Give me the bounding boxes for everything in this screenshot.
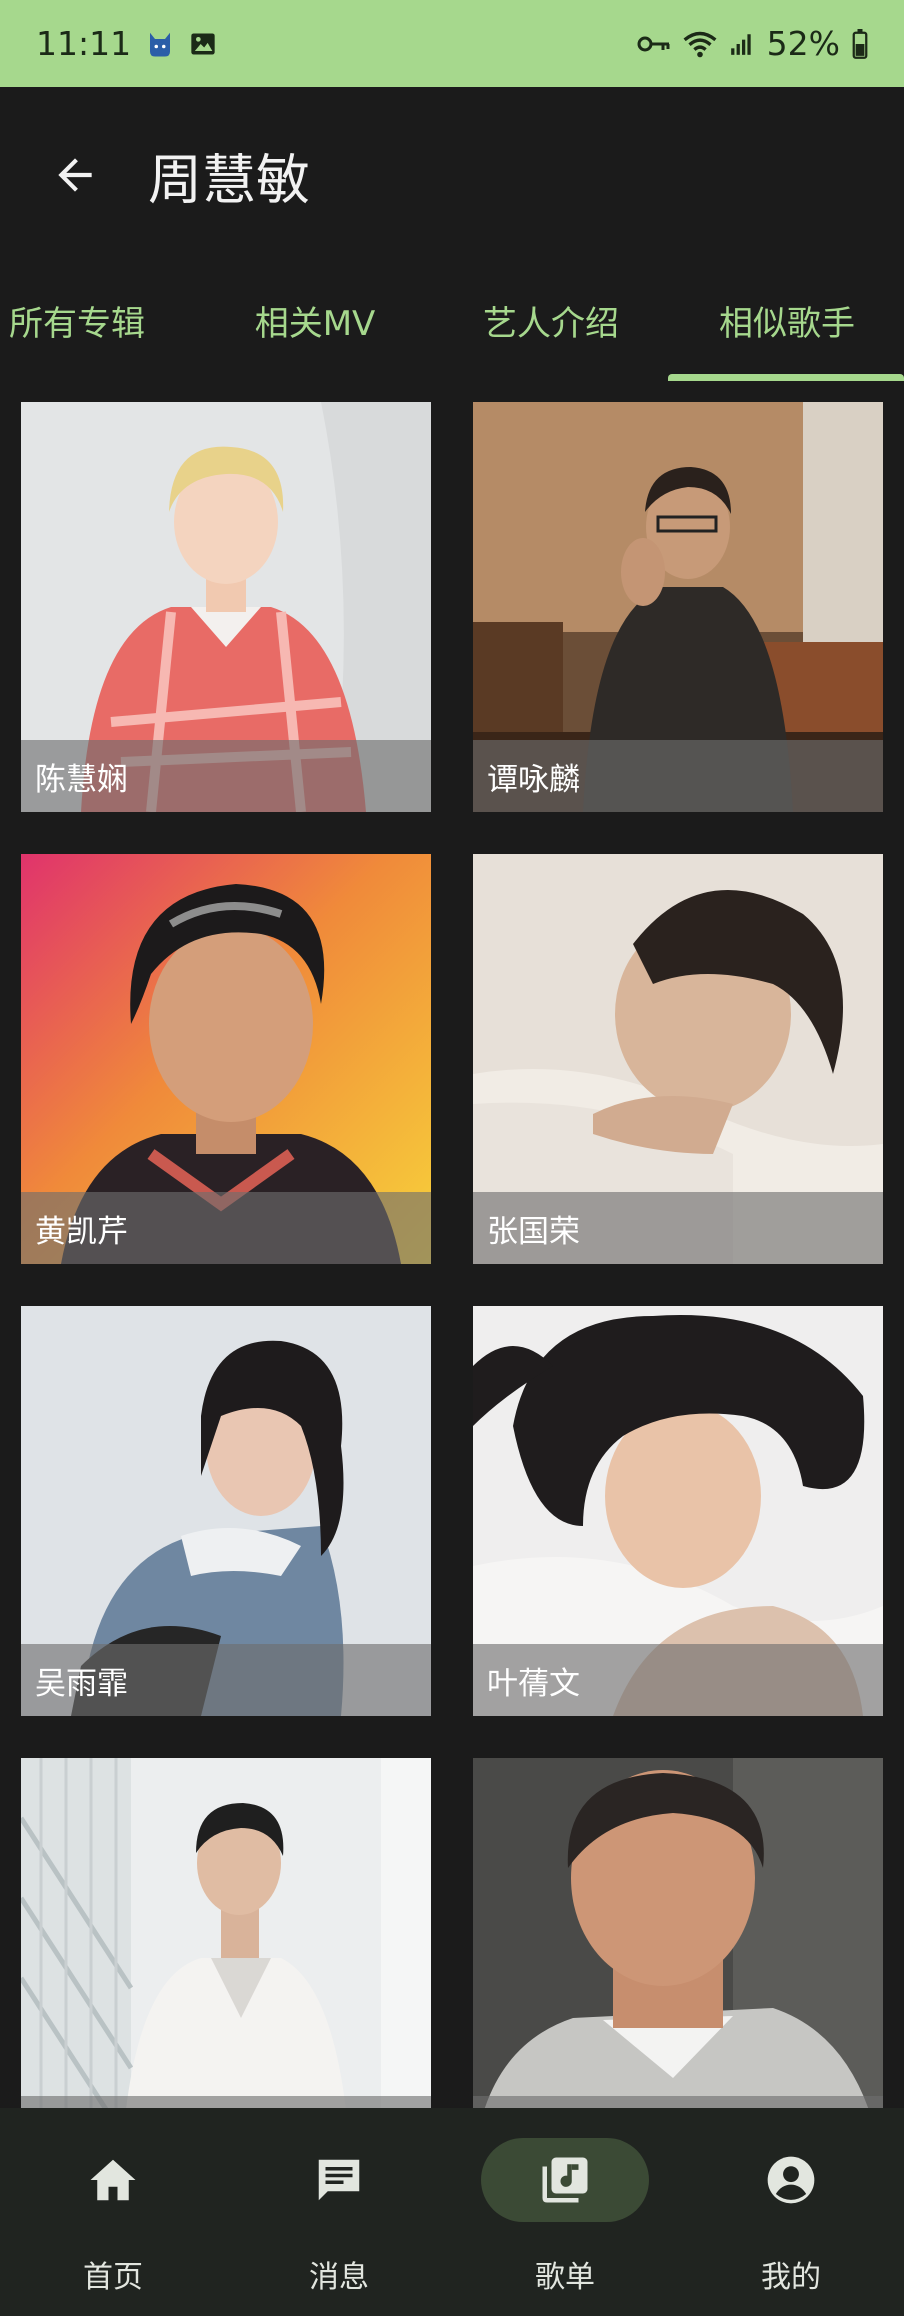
- signal-icon: [729, 31, 755, 57]
- account-icon: [767, 2156, 815, 2204]
- artist-card[interactable]: [473, 1758, 883, 2108]
- artist-card[interactable]: 叶蒨文: [473, 1306, 883, 1716]
- artist-card[interactable]: 张国荣: [473, 854, 883, 1264]
- nav-playlists[interactable]: 歌单: [452, 2108, 678, 2316]
- artist-name: 陈慧娴: [21, 740, 431, 812]
- tab-artist-intro[interactable]: 艺人介绍: [466, 262, 636, 378]
- tab-all-albums[interactable]: 所有专辑: [0, 262, 162, 378]
- image-icon: [189, 30, 217, 58]
- nav-home-label: 首页: [83, 2260, 143, 2295]
- key-icon: [637, 33, 671, 55]
- nav-mine[interactable]: 我的: [678, 2108, 904, 2316]
- cat-icon: [145, 29, 175, 59]
- artist-name: 吴雨霏: [21, 1644, 431, 1716]
- nav-home-indicator: [29, 2138, 197, 2222]
- status-time: 11:11: [36, 24, 132, 63]
- artist-card[interactable]: [21, 1758, 431, 2108]
- similar-artists-grid: 陈慧娴 谭咏麟 黄凯芹 张国荣 吴雨霏 叶蒨文: [0, 402, 904, 2108]
- tab-bar: 所有专辑 相关MV 艺人介绍 相似歌手: [0, 262, 904, 382]
- battery-percent: 52%: [766, 24, 840, 63]
- nav-home[interactable]: 首页: [0, 2108, 226, 2316]
- tab-indicator: [668, 374, 904, 381]
- bottom-navigation: 首页 消息 歌单 我的: [0, 2108, 904, 2316]
- artist-photo: [21, 1758, 431, 2108]
- artist-card[interactable]: 吴雨霏: [21, 1306, 431, 1716]
- artist-name: 黄凯芹: [21, 1192, 431, 1264]
- artist-name: 谭咏麟: [473, 740, 883, 812]
- nav-messages[interactable]: 消息: [226, 2108, 452, 2316]
- arrow-left-icon: [58, 157, 92, 192]
- artist-card[interactable]: 黄凯芹: [21, 854, 431, 1264]
- battery-icon: [852, 28, 868, 59]
- nav-mine-indicator: [707, 2138, 875, 2222]
- artist-card[interactable]: 谭咏麟: [473, 402, 883, 812]
- message-icon: [318, 2159, 360, 2201]
- artist-name: 叶蒨文: [473, 1644, 883, 1716]
- artist-photo: [473, 1758, 883, 2108]
- artist-name: [473, 2096, 883, 2108]
- artist-card[interactable]: 陈慧娴: [21, 402, 431, 812]
- nav-messages-label: 消息: [309, 2260, 369, 2295]
- tab-related-mv[interactable]: 相关MV: [230, 262, 400, 378]
- artist-name: 张国荣: [473, 1192, 883, 1264]
- status-bar: 11:11 52%: [0, 0, 904, 87]
- music-library-icon: [542, 2157, 588, 2203]
- wifi-icon: [683, 30, 717, 58]
- nav-playlists-indicator: [481, 2138, 649, 2222]
- back-button[interactable]: [40, 140, 110, 210]
- nav-mine-label: 我的: [761, 2260, 821, 2295]
- nav-playlists-label: 歌单: [535, 2260, 595, 2295]
- nav-messages-indicator: [255, 2138, 423, 2222]
- home-icon: [90, 2159, 136, 2201]
- top-app-bar: 周慧敏: [0, 87, 904, 262]
- tab-similar-artists[interactable]: 相似歌手: [670, 262, 904, 378]
- artist-name: [21, 2096, 431, 2108]
- page-title: 周慧敏: [148, 148, 310, 211]
